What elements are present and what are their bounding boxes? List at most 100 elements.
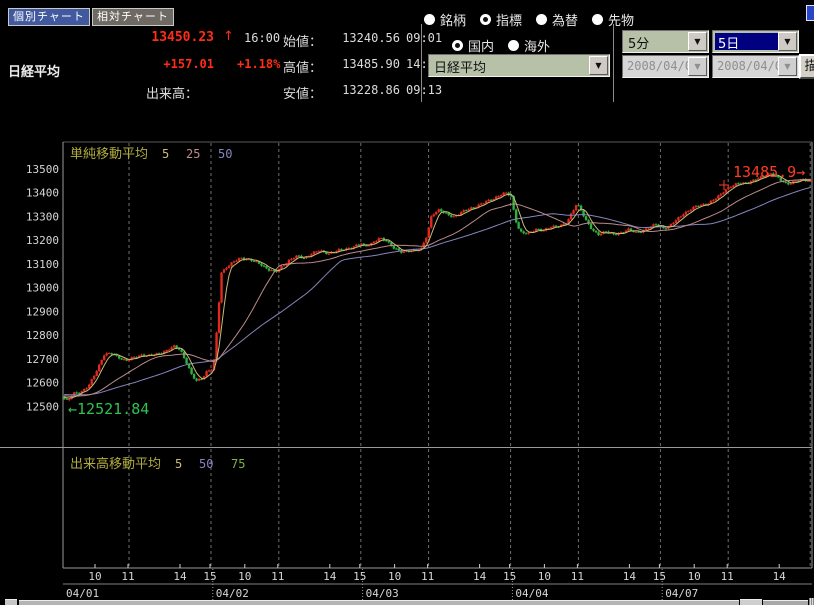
candle-down xyxy=(780,178,782,181)
radio-icon[interactable] xyxy=(480,14,491,25)
candle-up xyxy=(153,355,155,356)
candle-up xyxy=(203,376,205,379)
candle-up xyxy=(73,392,75,396)
candle-down xyxy=(577,205,579,206)
range-select-value: 5日 xyxy=(715,33,778,50)
candle-up xyxy=(792,181,794,183)
y-axis-tick-label: 13300 xyxy=(26,210,59,223)
candle-up xyxy=(672,223,674,224)
candle-up xyxy=(485,201,487,203)
candle-up xyxy=(552,226,554,228)
radio-category-sakimono[interactable]: 先物 xyxy=(592,10,634,29)
up-arrow-icon: ↑ xyxy=(223,29,234,44)
candle-up xyxy=(328,254,330,255)
scrollbar-thumb[interactable] xyxy=(763,600,808,605)
candle-down xyxy=(398,249,400,251)
x-axis-time-label: 11 xyxy=(421,570,434,583)
date-from-picker[interactable]: 2008/04/01 ▼ xyxy=(622,55,709,78)
candle-up xyxy=(228,266,230,268)
tab-relative-chart[interactable]: 相対チャート xyxy=(92,8,174,26)
candle-up xyxy=(98,365,100,371)
chevron-down-icon[interactable]: ▼ xyxy=(778,32,797,51)
candle-down xyxy=(273,270,275,271)
candle-up xyxy=(468,209,470,210)
candle-up xyxy=(345,248,347,250)
candle-up xyxy=(280,266,282,269)
candle-up xyxy=(735,183,737,185)
x-axis-time-label: 11 xyxy=(121,570,134,583)
candle-down xyxy=(637,232,639,233)
radio-icon[interactable] xyxy=(424,14,435,25)
candle-up xyxy=(547,228,549,229)
candle-up xyxy=(223,269,225,272)
candle-up xyxy=(413,250,415,251)
radio-group-region: 国内 海外 xyxy=(452,36,550,55)
y-axis-tick-label: 13000 xyxy=(26,282,59,295)
candle-up xyxy=(318,251,320,252)
interval-select[interactable]: 5分 ▼ xyxy=(622,30,709,53)
header-separator xyxy=(613,24,614,102)
x-axis-time-label: 15 xyxy=(203,570,216,583)
instrument-select[interactable]: 日経平均 ▼ xyxy=(428,54,610,77)
candle-down xyxy=(580,206,582,211)
x-axis-time-label: 15 xyxy=(653,570,666,583)
radio-region-kokunai[interactable]: 国内 xyxy=(452,36,494,55)
range-select[interactable]: 5日 ▼ xyxy=(712,30,799,53)
scrollbar-left-box[interactable] xyxy=(5,599,17,605)
candle-down xyxy=(540,229,542,231)
candle-up xyxy=(707,204,709,205)
candle-up xyxy=(163,351,165,353)
candle-up xyxy=(610,233,612,234)
scrollbar-button[interactable] xyxy=(740,599,762,605)
candle-up xyxy=(717,196,719,199)
candle-up xyxy=(752,180,754,182)
radio-category-shihyo[interactable]: 指標 xyxy=(480,10,522,29)
tab-individual-chart[interactable]: 個別チャート xyxy=(8,8,90,26)
x-axis-time-label: 15 xyxy=(503,570,516,583)
candle-down xyxy=(622,232,624,233)
candle-down xyxy=(772,174,774,176)
resize-grip[interactable] xyxy=(809,598,814,605)
candle-up xyxy=(245,259,247,260)
candle-down xyxy=(350,248,352,249)
radio-icon[interactable] xyxy=(536,14,547,25)
chevron-down-icon[interactable]: ▼ xyxy=(688,57,707,76)
candle-down xyxy=(115,355,117,356)
radio-icon[interactable] xyxy=(508,40,519,51)
candle-up xyxy=(492,199,494,200)
date-to-picker[interactable]: 2008/04/07 ▼ xyxy=(712,55,799,78)
candle-down xyxy=(615,234,617,235)
y-axis-tick-label: 13100 xyxy=(26,258,59,271)
candle-up xyxy=(675,220,677,223)
chevron-down-icon[interactable]: ▼ xyxy=(778,57,797,76)
candle-down xyxy=(612,233,614,234)
candle-down xyxy=(787,183,789,185)
radio-category-kawase[interactable]: 為替 xyxy=(536,10,578,29)
corner-widget[interactable] xyxy=(806,5,814,21)
radio-icon[interactable] xyxy=(452,40,463,51)
candle-up xyxy=(757,178,759,180)
candle-down xyxy=(195,379,197,381)
candle-down xyxy=(78,393,80,394)
y-axis-tick-label: 12800 xyxy=(26,329,59,342)
chevron-down-icon[interactable]: ▼ xyxy=(589,56,608,75)
header-separator xyxy=(421,24,422,102)
candle-up xyxy=(625,231,627,233)
candle-down xyxy=(183,352,185,358)
x-axis-date-label: 04/02 xyxy=(216,587,249,600)
volume-label: 出来高： xyxy=(146,83,198,102)
last-time: 16:00 xyxy=(244,31,280,45)
candle-up xyxy=(575,205,577,210)
radio-region-kaigai[interactable]: 海外 xyxy=(508,36,550,55)
radio-icon[interactable] xyxy=(592,14,603,25)
radio-label: 海外 xyxy=(524,36,550,55)
candle-up xyxy=(545,228,547,230)
candle-up xyxy=(410,251,412,252)
horizontal-scrollbar[interactable] xyxy=(19,600,739,605)
draw-button[interactable]: 描 xyxy=(799,54,814,79)
chevron-down-icon[interactable]: ▼ xyxy=(688,32,707,51)
candle-down xyxy=(268,268,270,270)
candle-up xyxy=(338,249,340,251)
candle-up xyxy=(130,357,132,359)
radio-category-meigara[interactable]: 銘柄 xyxy=(424,10,466,29)
